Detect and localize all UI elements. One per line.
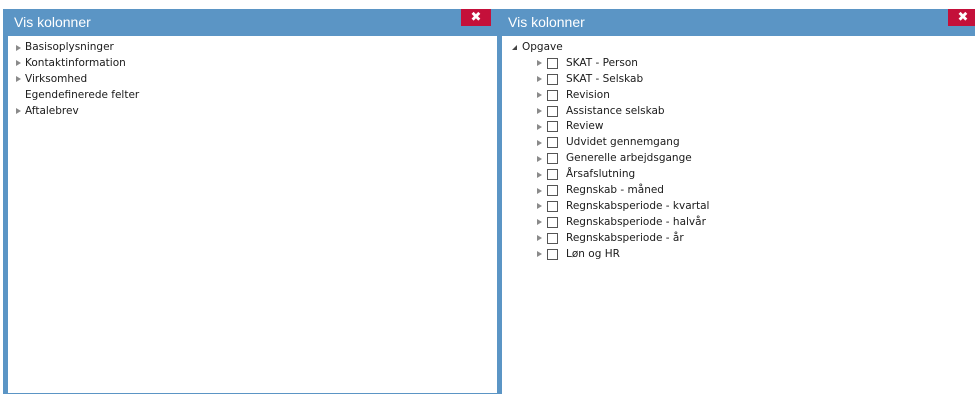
triangle-right-icon[interactable] [537,108,542,115]
tree-item[interactable]: Basisoplysninger [8,40,497,56]
tree-child-row[interactable]: Løn og HR [502,247,975,263]
tree-child-label: Generelle arbejdsgange [566,152,692,165]
triangle-right-icon[interactable] [537,76,542,83]
checkbox[interactable] [547,200,558,212]
close-button[interactable]: ✖ [461,9,491,26]
panel-titlebar[interactable]: Vis kolonner [8,9,497,36]
tree-child-label: Løn og HR [566,247,620,260]
tree-root-row[interactable]: Opgave [502,40,975,56]
close-icon: ✖ [470,10,482,25]
checkbox[interactable] [547,169,558,181]
tree-child-label: Review [566,120,604,133]
close-icon: ✖ [957,10,969,25]
checkbox[interactable] [547,57,558,69]
tree-child-label: Regnskabsperiode - kvartal [566,199,710,212]
tree-child-row[interactable]: Regnskabsperiode - halvår [502,215,975,231]
triangle-right-icon[interactable] [16,108,21,115]
tree-child-row[interactable]: Udvidet gennemgang [502,135,975,151]
tree-child-row[interactable]: Regnskabsperiode - kvartal [502,199,975,215]
tree-item[interactable]: Virksomhed [8,72,497,88]
triangle-right-icon[interactable] [537,155,542,162]
checkbox[interactable] [547,89,558,101]
triangle-down-icon[interactable] [512,45,517,50]
tree-item-label: Basisoplysninger [25,41,114,53]
checkbox[interactable] [547,105,558,117]
checkbox[interactable] [547,137,558,149]
triangle-right-icon[interactable] [537,60,542,67]
tree-child-row[interactable]: Regnskab - måned [502,183,975,199]
checkbox[interactable] [547,232,558,244]
panel-title: Vis kolonner [508,14,585,30]
triangle-right-icon[interactable] [537,187,542,194]
tree-child-label: Årsafslutning [566,168,636,181]
tree-item[interactable]: Kontaktinformation [8,56,497,72]
tree-child-row[interactable]: SKAT - Person [502,56,975,72]
checkbox[interactable] [547,216,558,228]
tree-child-label: Assistance selskab [566,104,665,117]
tree-child-label: Revision [566,88,610,101]
tree-child-row[interactable]: Review [502,119,975,135]
column-picker-panel-left: Vis kolonner ✖ Basisoplysninger Kontaktin… [3,9,502,394]
triangle-right-icon[interactable] [537,219,542,226]
tree-item[interactable]: Aftalebrev [8,104,497,120]
column-picker-panel-right: Vis kolonner ✖ Opgave SKAT - Person SKAT … [499,9,975,394]
tree-child-label: Regnskab - måned [566,184,664,197]
triangle-right-icon[interactable] [537,123,542,130]
tree-child-label: SKAT - Selskab [566,72,644,85]
triangle-right-icon[interactable] [537,171,542,178]
panel-title: Vis kolonner [14,14,91,30]
tree-child-row[interactable]: Revision [502,88,975,104]
checkbox[interactable] [547,121,558,133]
triangle-right-icon[interactable] [16,44,21,51]
panel-titlebar[interactable]: Vis kolonner [502,9,975,36]
tree-item-label: Kontaktinformation [25,56,126,69]
checkbox[interactable] [547,248,558,260]
tree-item-label: Egendefinerede felter [25,88,140,101]
checkbox[interactable] [547,73,558,85]
triangle-right-icon[interactable] [537,139,542,146]
column-tree: Basisoplysninger Kontaktinformation Virkso… [8,40,497,393]
tree-child-label: Udvidet gennemgang [566,136,680,149]
checkbox[interactable] [547,185,558,197]
tree-child-row[interactable]: Assistance selskab [502,104,975,120]
tree-child-label: Regnskabsperiode - år [566,231,684,244]
tree-child-label: Regnskabsperiode - halvår [566,215,706,228]
triangle-right-icon[interactable] [537,235,542,242]
tree-child-row[interactable]: SKAT - Selskab [502,72,975,88]
checkbox[interactable] [547,153,558,165]
tree-item[interactable]: Egendefinerede felter [8,88,497,104]
triangle-right-icon[interactable] [537,203,542,210]
triangle-right-icon[interactable] [16,60,21,67]
column-tree: Opgave SKAT - Person SKAT - Selskab Revisi… [502,40,975,394]
triangle-right-icon[interactable] [16,76,21,83]
tree-child-label: SKAT - Person [566,56,638,69]
triangle-right-icon[interactable] [537,92,542,99]
tree-root-label: Opgave [522,41,563,53]
triangle-right-icon[interactable] [537,251,542,258]
tree-item-label: Aftalebrev [25,104,79,117]
tree-item-label: Virksomhed [25,72,88,85]
tree-child-row[interactable]: Årsafslutning [502,167,975,183]
tree-child-row[interactable]: Regnskabsperiode - år [502,231,975,247]
close-button[interactable]: ✖ [948,9,975,26]
tree-child-row[interactable]: Generelle arbejdsgange [502,151,975,167]
